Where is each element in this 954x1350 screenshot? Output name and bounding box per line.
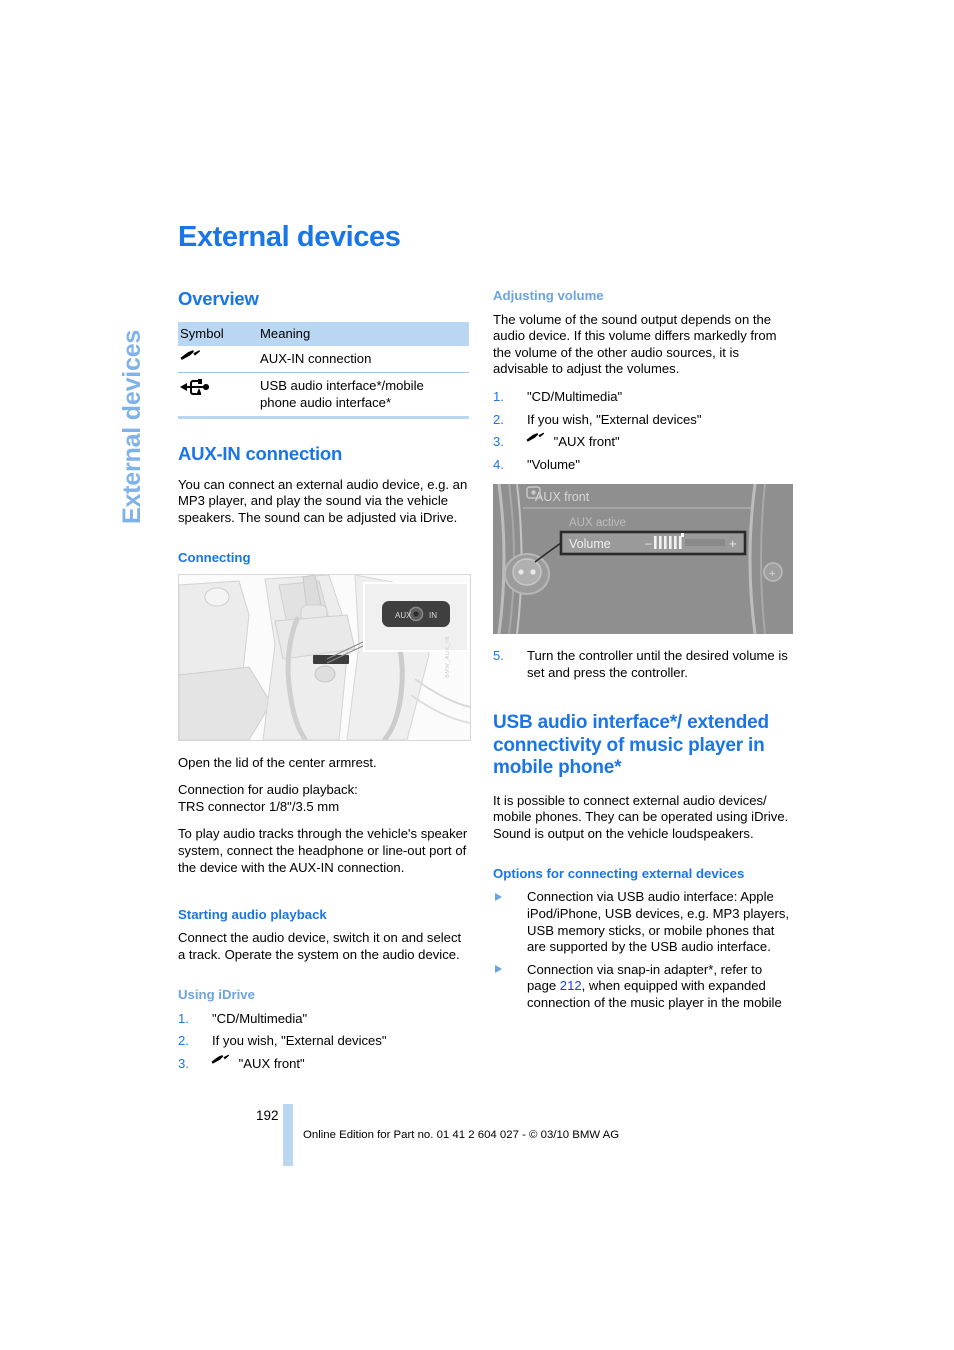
symbol-meaning-table: Symbol Meaning AUX-IN connection USB aud…: [178, 321, 469, 420]
chapter-side-tab-label: External devices: [118, 329, 146, 524]
step-number: 2.: [178, 1033, 189, 1049]
table-cell-meaning: AUX-IN connection: [258, 345, 469, 374]
aux-in-intro-text: You can connect an external audio device…: [178, 476, 468, 525]
list-item: 1. "CD/Multimedia": [493, 389, 793, 406]
table-header-row: Symbol Meaning: [178, 321, 469, 346]
svg-text:–: –: [645, 536, 652, 550]
figure-code-watermark: BMW_AUX_IN: [445, 636, 452, 678]
list-item: Connection via snap-in adapter*, refer t…: [493, 962, 793, 1012]
adjusting-volume-intro: The volume of the sound output depends o…: [493, 311, 777, 377]
connection-options-list: Connection via USB audio interface: Appl…: [493, 889, 793, 1011]
connecting-para-2: Connection for audio playback: TRS conne…: [178, 782, 469, 815]
starting-playback-text: Connect the audio device, switch it on a…: [178, 930, 462, 962]
page-title: External devices: [178, 221, 401, 253]
step-text: If you wish, "External devices": [212, 1033, 387, 1049]
subheading-options-for-connecting: Options for connecting external devices: [493, 866, 745, 882]
step-number: 1.: [493, 388, 504, 404]
idrive-screen-svg: AUX front AUX active Volume – + +: [493, 484, 793, 635]
connecting-para-2-line1: Connection for audio playback:: [178, 782, 358, 798]
step-text: If you wish, "External devices": [527, 411, 702, 427]
step-text: "CD/Multimedia": [527, 388, 623, 404]
svg-text:IN: IN: [429, 611, 437, 620]
aux-jack-icon: [180, 351, 202, 367]
chapter-side-tab: External devices: [118, 0, 158, 524]
table-header-meaning: Meaning: [258, 321, 469, 346]
page-reference-link[interactable]: 212: [560, 978, 582, 993]
aux-jack-icon: [527, 434, 547, 447]
armrest-aux-port-illustration: AUX IN BMW_AUX_IN: [178, 573, 471, 741]
using-idrive-step-list: 1. "CD/Multimedia" 2. If you wish, "Exte…: [178, 1011, 469, 1073]
subheading-adjusting-volume: Adjusting volume: [493, 288, 604, 304]
subheading-starting-audio-playback: Starting audio playback: [178, 907, 327, 923]
list-item: 3. "AUX front": [178, 1056, 469, 1073]
adjusting-volume-step5-list: 5. Turn the controller until the desired…: [493, 648, 793, 681]
page-content: External devices Overview Symbol Meaning: [178, 221, 796, 1071]
usb-trident-icon: [180, 379, 210, 395]
list-item: Connection via USB audio interface: Appl…: [493, 889, 793, 955]
triangle-bullet-icon: [495, 965, 502, 974]
svg-text:AUX front: AUX front: [535, 490, 590, 504]
section-heading-aux-in-connection: AUX-IN connection: [178, 443, 343, 465]
list-item: 2. If you wish, "External devices": [493, 412, 793, 429]
list-item: 1. "CD/Multimedia": [178, 1011, 469, 1028]
subheading-using-idrive: Using iDrive: [178, 987, 255, 1003]
step-number: 2.: [493, 411, 504, 427]
step-text: "CD/Multimedia": [212, 1010, 308, 1026]
step-text: "AUX front": [553, 434, 620, 450]
usb-section-intro: It is possible to connect external audio…: [493, 792, 789, 841]
right-column: Adjusting volume The volume of the sound…: [493, 288, 793, 1022]
aux-jack-icon: [212, 1056, 232, 1069]
step-text: Turn the controller until the desired vo…: [527, 648, 788, 680]
connecting-para-1: Open the lid of the center armrest.: [178, 754, 377, 770]
list-item: 3. "AUX front": [493, 434, 793, 451]
table-row: USB audio interface*/mobile phone audio …: [178, 372, 469, 420]
footer-edition-line: Online Edition for Part no. 01 41 2 604 …: [303, 1129, 620, 1141]
step-number: 3.: [493, 434, 504, 450]
idrive-aux-front-volume-screen: AUX front AUX active Volume – + +: [493, 484, 793, 635]
subheading-connecting: Connecting: [178, 550, 251, 566]
table-cell-symbol: [178, 345, 258, 374]
table-row: AUX-IN connection: [178, 345, 469, 374]
svg-text:Volume: Volume: [569, 537, 611, 551]
section-heading-overview: Overview: [178, 288, 259, 310]
step-number: 1.: [178, 1010, 189, 1026]
table-header-symbol: Symbol: [178, 321, 258, 346]
list-item: 4. "Volume": [493, 457, 793, 474]
table-cell-symbol: [178, 372, 258, 420]
table-cell-meaning: USB audio interface*/mobile phone audio …: [258, 372, 469, 420]
svg-text:+: +: [729, 536, 737, 551]
section-heading-usb-audio-interface: USB audio interface*/ extended connectiv…: [493, 712, 769, 778]
list-item: 2. If you wish, "External devices": [178, 1033, 469, 1050]
adjusting-volume-step-list: 1. "CD/Multimedia" 2. If you wish, "Exte…: [493, 389, 793, 473]
connecting-para-3: To play audio tracks through the vehicle…: [178, 826, 468, 875]
connecting-para-2-line2: TRS connector 1/8"/3.5 mm: [178, 798, 340, 814]
step-number: 5.: [493, 648, 504, 664]
step-number: 4.: [493, 456, 504, 472]
step-text: "AUX front": [238, 1055, 305, 1071]
footer-page-number: 192: [256, 1108, 279, 1123]
list-item: 5. Turn the controller until the desired…: [493, 648, 793, 681]
footer-accent-bar: [283, 1104, 293, 1166]
armrest-illustration-svg: AUX IN: [179, 574, 470, 740]
step-text: "Volume": [527, 456, 580, 472]
svg-text:AUX active: AUX active: [569, 517, 626, 529]
manual-page: External devices External devices Overvi…: [0, 0, 954, 1350]
svg-text:AUX: AUX: [395, 611, 412, 620]
svg-text:+: +: [769, 568, 775, 580]
step-number: 3.: [178, 1055, 189, 1071]
option-text: Connection via USB audio interface: Appl…: [527, 889, 790, 955]
left-column: Overview Symbol Meaning AUX-IN connectio…: [178, 288, 471, 1083]
triangle-bullet-icon: [495, 892, 502, 901]
